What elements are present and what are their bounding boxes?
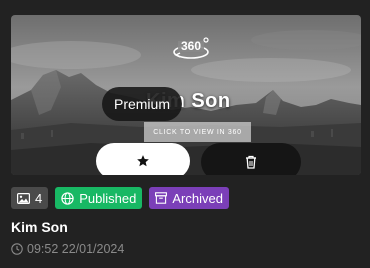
archived-label: Archived xyxy=(172,190,223,206)
svg-text:360: 360 xyxy=(181,39,201,53)
panorama-360-icon: 360 xyxy=(173,37,209,59)
tour-card: 360 Kim Son Premium CLICK TO VIEW IN 360 xyxy=(0,0,370,268)
image-count-badge: 4 xyxy=(11,187,49,209)
published-badge: Published xyxy=(55,187,143,209)
published-label: Published xyxy=(79,190,137,206)
premium-badge: Premium xyxy=(102,87,182,121)
panorama-thumbnail[interactable]: 360 Kim Son Premium CLICK TO VIEW IN 360 xyxy=(11,15,361,175)
timestamp-text: 09:52 22/01/2024 xyxy=(27,242,125,256)
globe-icon xyxy=(61,191,74,205)
star-icon xyxy=(137,155,149,167)
image-icon xyxy=(17,192,30,204)
favorite-button[interactable] xyxy=(96,143,190,175)
trash-icon xyxy=(246,155,256,169)
archived-badge: Archived xyxy=(149,187,229,209)
image-count: 4 xyxy=(35,190,43,206)
view-360-hint[interactable]: CLICK TO VIEW IN 360 xyxy=(144,122,251,142)
delete-button[interactable] xyxy=(201,143,301,175)
timestamp: 09:52 22/01/2024 xyxy=(11,242,124,256)
status-tags: 4 Published Archived xyxy=(11,187,229,209)
archive-icon xyxy=(155,192,168,204)
tour-name[interactable]: Kim Son xyxy=(11,219,68,235)
clock-icon xyxy=(11,243,23,255)
